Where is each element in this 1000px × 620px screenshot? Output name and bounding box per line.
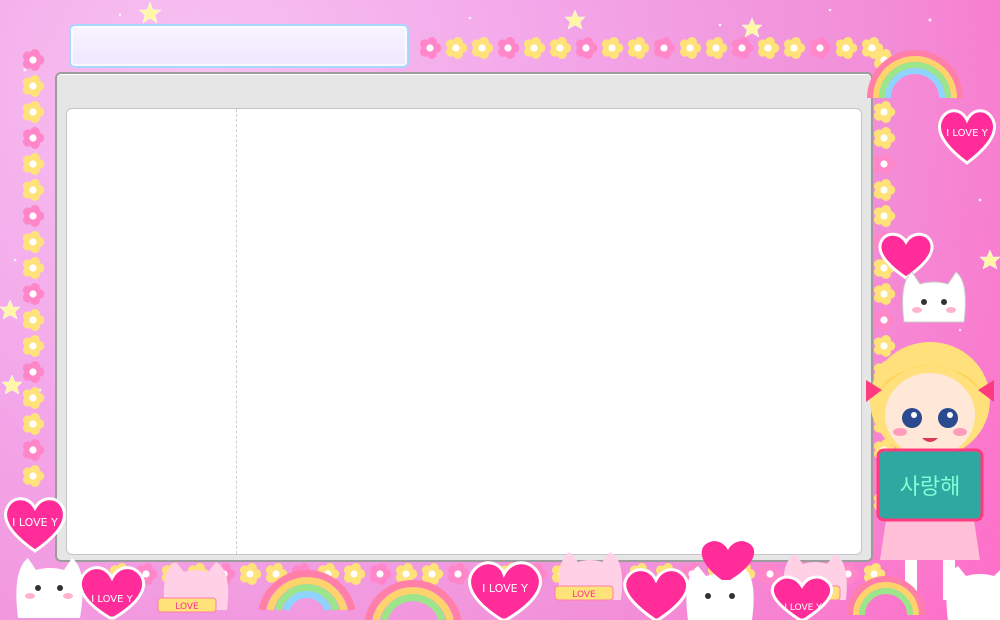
heart-text: I LOVE Y bbox=[12, 516, 58, 529]
banner-text: LOVE bbox=[175, 602, 199, 612]
heart-text: I LOVE Y bbox=[482, 582, 528, 595]
app-window bbox=[55, 72, 873, 562]
heart-sticker-right: I LOVE Y bbox=[937, 109, 997, 165]
heart-text: I LOVE Y bbox=[91, 594, 133, 605]
bottom-sticker-strip: I LOVE Y LOVE I LOVE Y LOVE LOVE I LOVE … bbox=[16, 541, 1000, 620]
cat-icon bbox=[16, 558, 83, 618]
heart-text: I LOVE Y bbox=[784, 603, 822, 613]
sidebar-pane[interactable] bbox=[67, 109, 237, 554]
heart-text: I LOVE Y bbox=[946, 128, 988, 139]
title-bar bbox=[69, 24, 409, 68]
window-content-area bbox=[66, 108, 862, 555]
rainbow-icon bbox=[867, 50, 963, 99]
sign-text: 사랑해 bbox=[900, 475, 961, 500]
banner-text: LOVE bbox=[572, 590, 596, 600]
content-pane[interactable] bbox=[237, 109, 861, 554]
